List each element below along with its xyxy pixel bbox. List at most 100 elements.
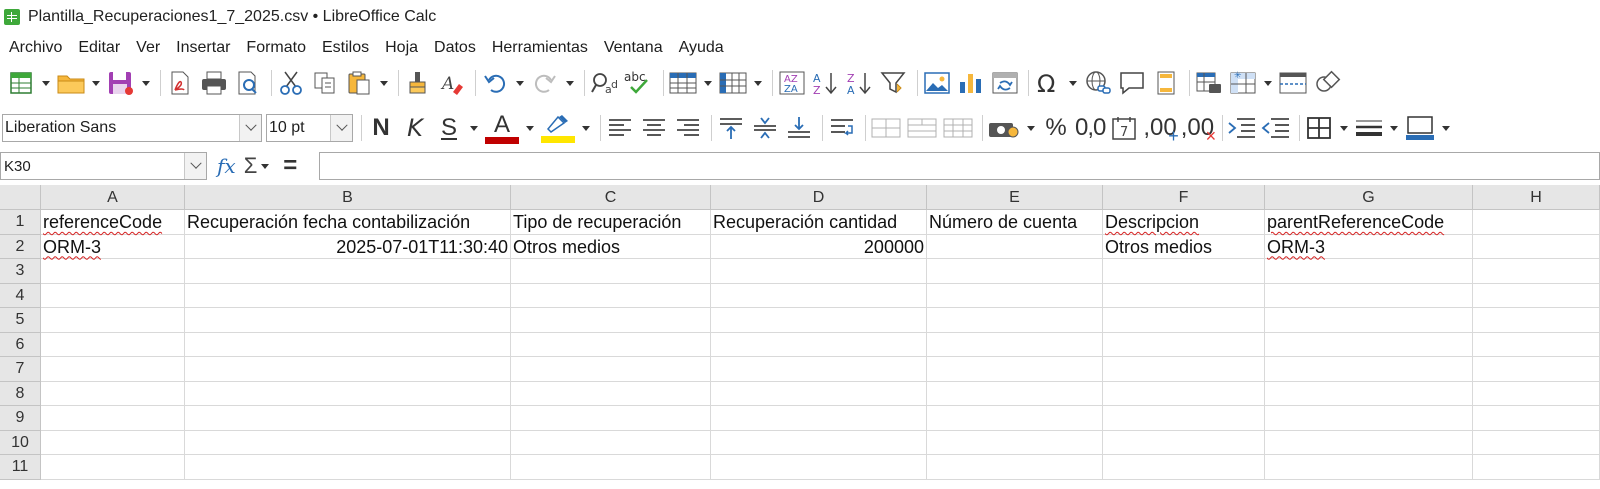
cell-d6[interactable]: [711, 332, 927, 357]
align-right-button[interactable]: [673, 111, 703, 145]
cell-c1[interactable]: Tipo de recuperación: [511, 210, 711, 235]
cell-f5[interactable]: [1103, 308, 1265, 333]
cell-e2[interactable]: [927, 234, 1103, 259]
cell-h6[interactable]: [1473, 332, 1600, 357]
open-button[interactable]: [56, 66, 86, 100]
font-color-dropdown[interactable]: [524, 111, 536, 145]
cell-c4[interactable]: [511, 283, 711, 308]
menu-ventana[interactable]: Ventana: [596, 34, 671, 62]
pivot-table-button[interactable]: [990, 66, 1020, 100]
sort-descending-button[interactable]: ZA: [845, 66, 875, 100]
cell-f4[interactable]: [1103, 283, 1265, 308]
cell-h10[interactable]: [1473, 430, 1600, 455]
cell-d2[interactable]: 200000: [711, 234, 927, 259]
row-header[interactable]: 2: [0, 234, 41, 259]
cell-g9[interactable]: [1265, 406, 1473, 431]
cell-e4[interactable]: [927, 283, 1103, 308]
cell-a2[interactable]: ORM-3: [41, 234, 185, 259]
cell-d11[interactable]: [711, 455, 927, 480]
cell-h1[interactable]: [1473, 210, 1600, 235]
cell-d4[interactable]: [711, 283, 927, 308]
cell-e6[interactable]: [927, 332, 1103, 357]
name-box[interactable]: K30: [0, 152, 207, 180]
select-all-corner[interactable]: [0, 185, 41, 210]
cell-e9[interactable]: [927, 406, 1103, 431]
show-draw-functions-button[interactable]: [1312, 66, 1342, 100]
cell-d5[interactable]: [711, 308, 927, 333]
cell-c8[interactable]: [511, 381, 711, 406]
cell-a1[interactable]: referenceCode: [41, 210, 185, 235]
export-pdf-button[interactable]: [165, 66, 195, 100]
align-left-button[interactable]: [605, 111, 635, 145]
hyperlink-button[interactable]: [1083, 66, 1113, 100]
date-format-button[interactable]: 7: [1109, 111, 1139, 145]
cell-f10[interactable]: [1103, 430, 1265, 455]
formula-button[interactable]: =: [283, 152, 297, 180]
cell-f8[interactable]: [1103, 381, 1265, 406]
cell-g2[interactable]: ORM-3: [1265, 234, 1473, 259]
font-name-box[interactable]: Liberation Sans: [2, 114, 262, 142]
merge-cells-button[interactable]: [906, 111, 938, 145]
border-style-dropdown[interactable]: [1388, 111, 1400, 145]
wrap-text-button[interactable]: [827, 111, 857, 145]
cell-e3[interactable]: [927, 259, 1103, 284]
currency-format-button[interactable]: [987, 111, 1021, 145]
border-color-dropdown[interactable]: [1440, 111, 1452, 145]
cell-b4[interactable]: [185, 283, 511, 308]
chevron-down-icon[interactable]: [330, 115, 352, 141]
menu-datos[interactable]: Datos: [426, 34, 484, 62]
print-button[interactable]: [199, 66, 229, 100]
row-header[interactable]: 6: [0, 332, 41, 357]
row-header[interactable]: 10: [0, 430, 41, 455]
delete-decimal-button[interactable]: ,00 ×: [1181, 111, 1216, 145]
cell-a11[interactable]: [41, 455, 185, 480]
cell-e10[interactable]: [927, 430, 1103, 455]
sort-button[interactable]: AZ ZA: [777, 66, 807, 100]
cell-d10[interactable]: [711, 430, 927, 455]
cell-c2[interactable]: Otros medios: [511, 234, 711, 259]
align-center-button[interactable]: [639, 111, 669, 145]
cell-c3[interactable]: [511, 259, 711, 284]
row-header[interactable]: 11: [0, 455, 41, 480]
cell-g1[interactable]: parentReferenceCode: [1265, 210, 1473, 235]
formula-input[interactable]: [319, 152, 1600, 180]
chevron-down-icon[interactable]: [239, 115, 261, 141]
cell-e1[interactable]: Número de cuenta: [927, 210, 1103, 235]
bold-button[interactable]: N: [366, 111, 396, 145]
cell-a8[interactable]: [41, 381, 185, 406]
cell-f3[interactable]: [1103, 259, 1265, 284]
chevron-down-icon[interactable]: [184, 153, 206, 179]
cell-a6[interactable]: [41, 332, 185, 357]
borders-button[interactable]: [1304, 111, 1334, 145]
row-header[interactable]: 5: [0, 308, 41, 333]
redo-dropdown[interactable]: [564, 66, 576, 100]
cell-g11[interactable]: [1265, 455, 1473, 480]
column-header-g[interactable]: G: [1265, 185, 1473, 210]
underline-dropdown[interactable]: [468, 111, 480, 145]
cell-c5[interactable]: [511, 308, 711, 333]
cell-h8[interactable]: [1473, 381, 1600, 406]
row-header[interactable]: 9: [0, 406, 41, 431]
cell-f7[interactable]: [1103, 357, 1265, 382]
center-vertically-button[interactable]: [750, 111, 780, 145]
cell-h4[interactable]: [1473, 283, 1600, 308]
freeze-rows-columns-button[interactable]: ✳: [1228, 66, 1258, 100]
comment-button[interactable]: [1117, 66, 1147, 100]
find-replace-button[interactable]: ad: [589, 66, 619, 100]
menu-herramientas[interactable]: Herramientas: [484, 34, 596, 62]
redo-button[interactable]: [530, 66, 560, 100]
row-header[interactable]: 3: [0, 259, 41, 284]
insert-chart-button[interactable]: [956, 66, 986, 100]
cell-g3[interactable]: [1265, 259, 1473, 284]
cell-g5[interactable]: [1265, 308, 1473, 333]
sum-dropdown[interactable]: [259, 149, 271, 183]
borders-dropdown[interactable]: [1338, 111, 1350, 145]
column-header-c[interactable]: C: [511, 185, 711, 210]
menu-estilos[interactable]: Estilos: [314, 34, 377, 62]
cell-h9[interactable]: [1473, 406, 1600, 431]
split-window-button[interactable]: [1278, 66, 1308, 100]
special-character-dropdown[interactable]: [1067, 66, 1079, 100]
paste-button[interactable]: [344, 66, 374, 100]
cell-b10[interactable]: [185, 430, 511, 455]
open-dropdown[interactable]: [90, 66, 102, 100]
